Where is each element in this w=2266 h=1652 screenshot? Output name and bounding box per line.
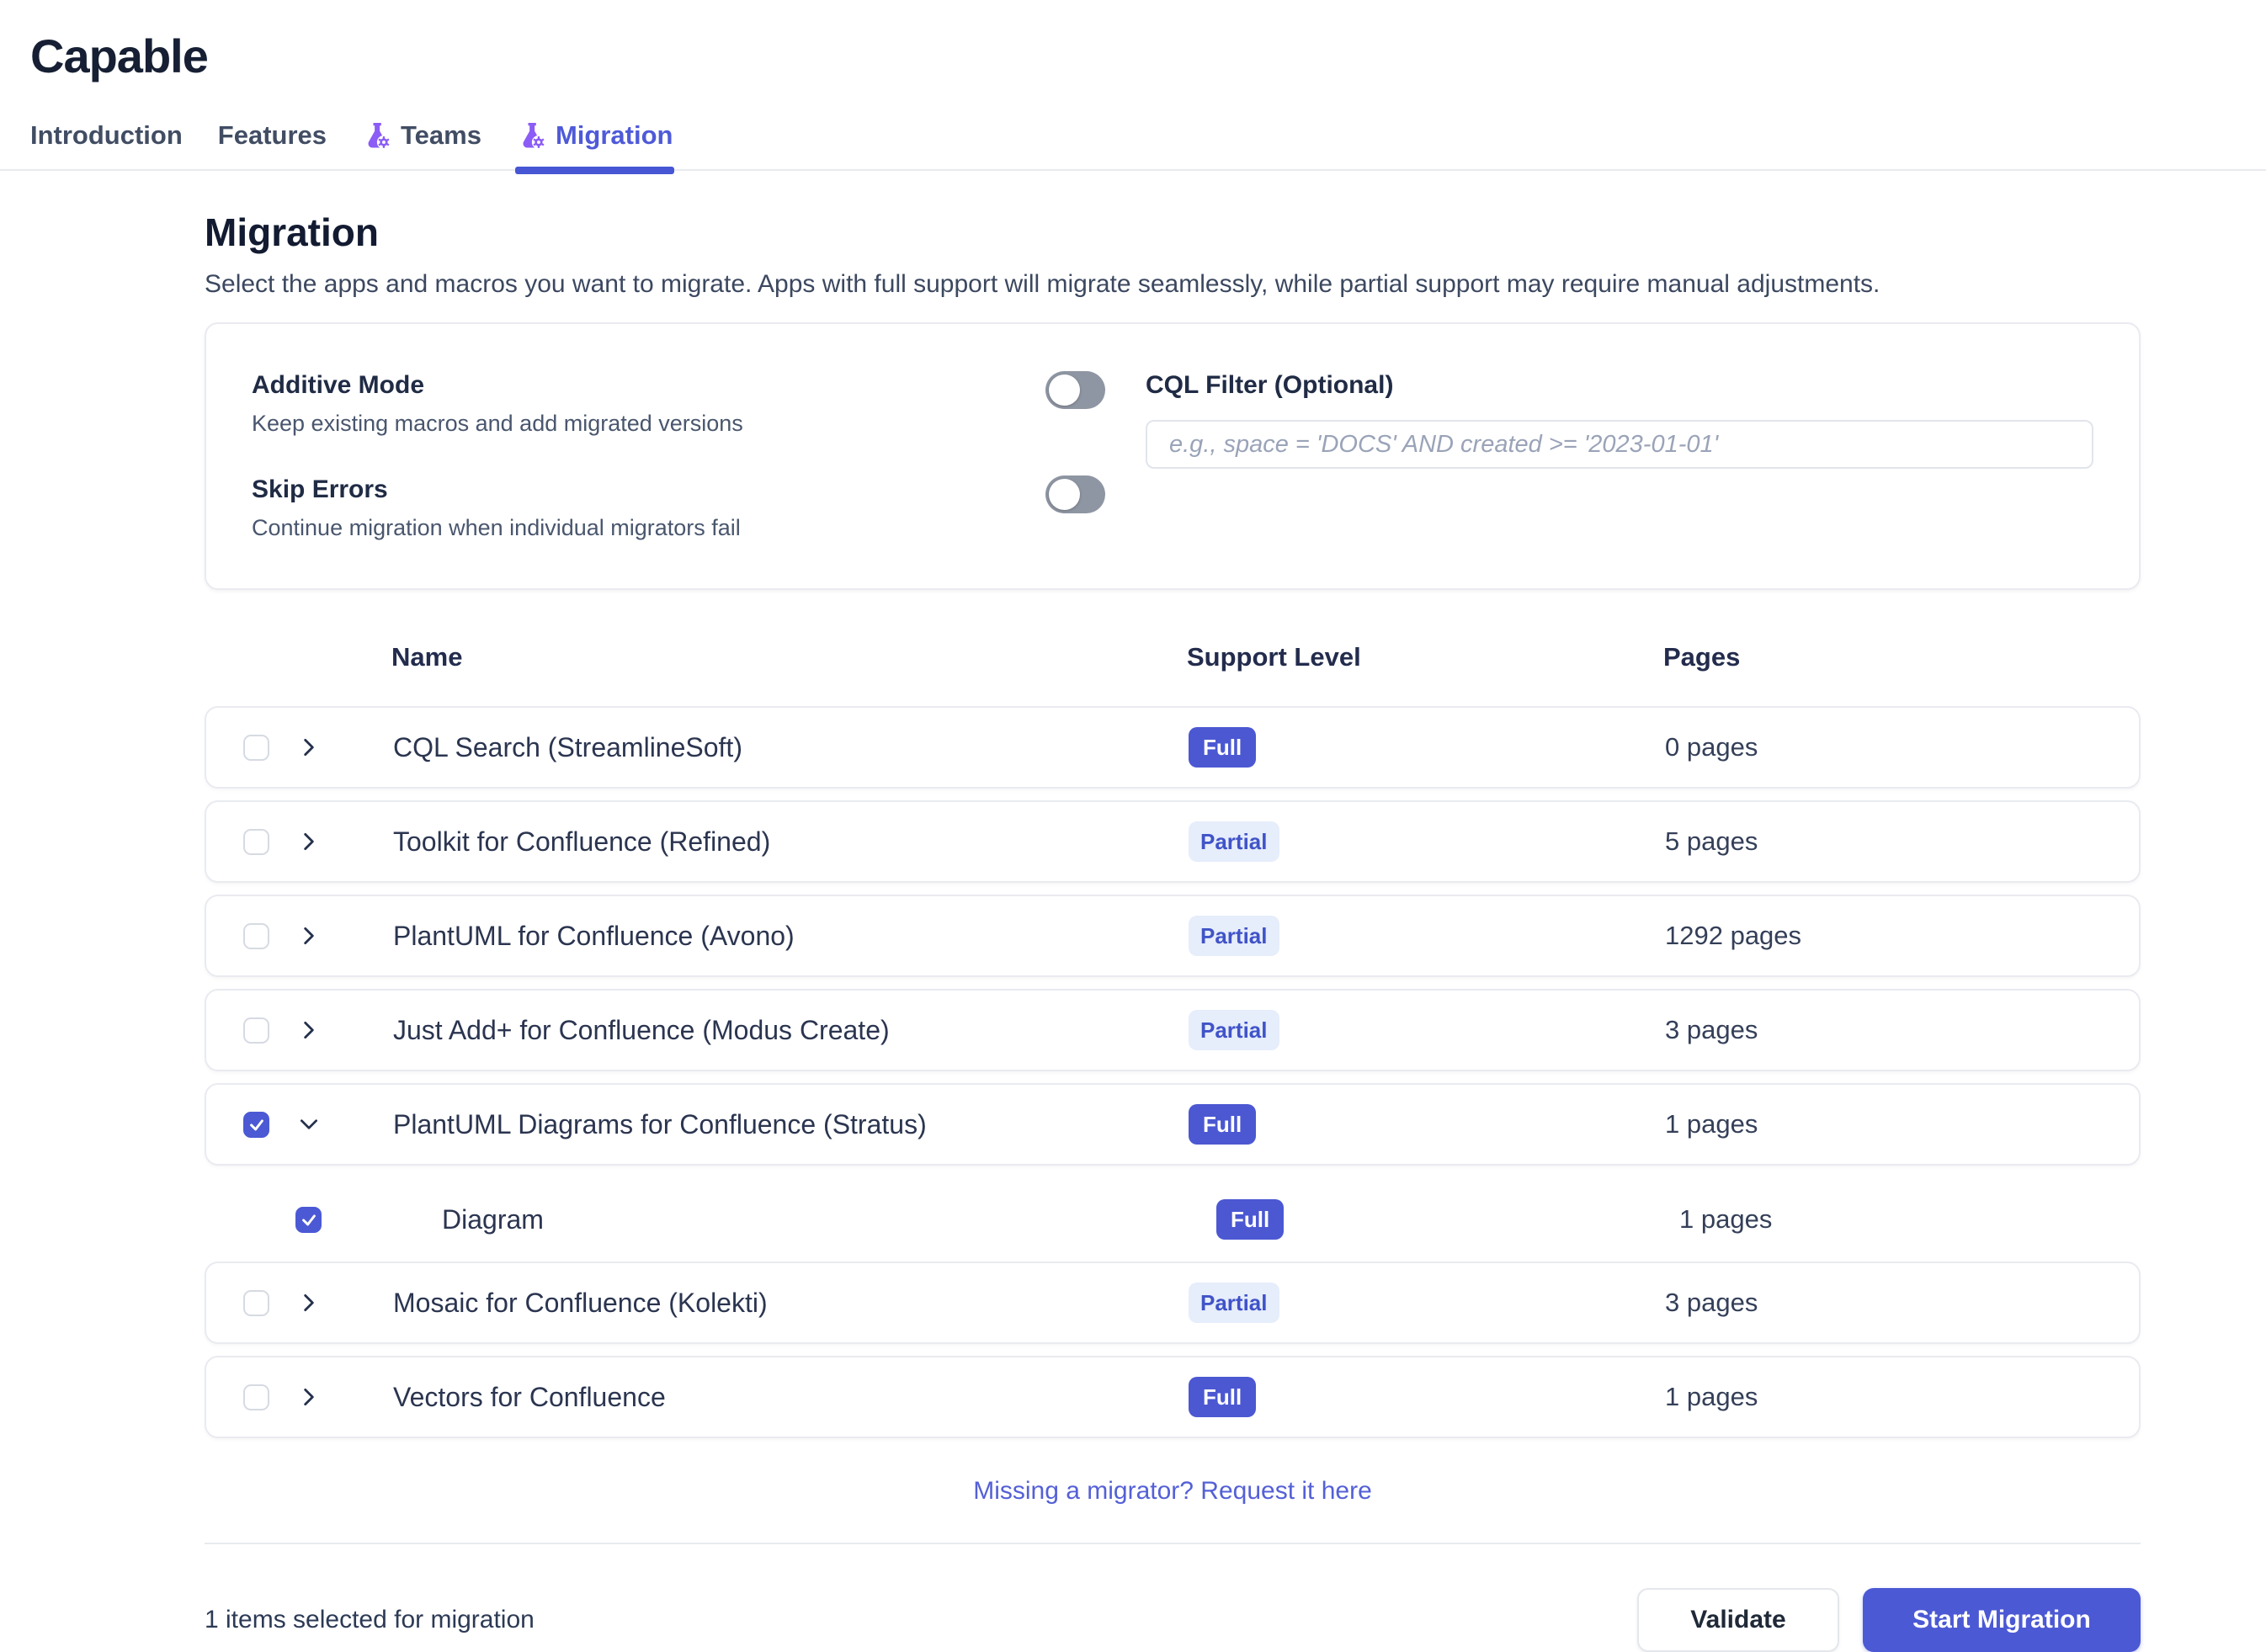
flask-gear-icon bbox=[368, 123, 391, 150]
support-level-badge: Full bbox=[1189, 1104, 1257, 1145]
skip-errors-toggle[interactable] bbox=[1045, 475, 1105, 513]
chevron-right-icon[interactable] bbox=[297, 1018, 321, 1042]
pages-count: 5 pages bbox=[1665, 826, 1758, 856]
chevron-down-icon[interactable] bbox=[297, 1113, 321, 1136]
additive-mode-label: Additive Mode bbox=[252, 371, 425, 399]
tab-features-label: Features bbox=[217, 120, 327, 150]
row-checkbox[interactable] bbox=[243, 1384, 269, 1410]
toggle-settings-column: Additive Mode Keep existing macros and a… bbox=[252, 371, 1105, 541]
selection-status: 1 items selected for migration bbox=[205, 1606, 535, 1633]
chevron-right-icon[interactable] bbox=[297, 830, 321, 853]
table-row: PlantUML for Confluence (Avono) Partial … bbox=[205, 895, 2141, 977]
row-checkbox[interactable] bbox=[243, 1111, 269, 1138]
settings-card: Additive Mode Keep existing macros and a… bbox=[205, 322, 2141, 590]
app-title: Capable bbox=[30, 29, 209, 82]
table-header: Name Support Level Pages bbox=[205, 642, 2141, 672]
tab-teams[interactable]: Teams bbox=[362, 120, 481, 169]
validate-button[interactable]: Validate bbox=[1637, 1588, 1839, 1652]
column-header-pages: Pages bbox=[1663, 642, 1741, 672]
pages-count: 1292 pages bbox=[1665, 921, 1802, 950]
tab-features[interactable]: Features bbox=[218, 120, 327, 169]
page-description: Select the apps and macros you want to m… bbox=[205, 270, 1880, 298]
tab-introduction[interactable]: Introduction bbox=[30, 120, 183, 169]
table-row: Vectors for Confluence Full 1 pages bbox=[205, 1356, 2141, 1438]
tab-bar: Introduction Features Teams Migration bbox=[0, 120, 2266, 174]
pages-count: 1 pages bbox=[1679, 1204, 1773, 1234]
additive-mode-toggle[interactable] bbox=[1045, 371, 1105, 409]
macro-checkbox[interactable] bbox=[295, 1206, 322, 1233]
migrator-name: CQL Search (StreamlineSoft) bbox=[393, 731, 742, 762]
macro-sub-row: Diagram Full 1 pages bbox=[205, 1177, 2141, 1262]
pages-count: 0 pages bbox=[1665, 732, 1758, 762]
table-row: PlantUML Diagrams for Confluence (Stratu… bbox=[205, 1083, 2141, 1166]
pages-count: 3 pages bbox=[1665, 1288, 1758, 1317]
start-migration-button[interactable]: Start Migration bbox=[1863, 1588, 2141, 1652]
support-level-badge: Full bbox=[1189, 1377, 1257, 1417]
row-checkbox[interactable] bbox=[243, 922, 269, 949]
migrator-name: Toolkit for Confluence (Refined) bbox=[393, 826, 771, 857]
request-migrator-link[interactable]: Missing a migrator? Request it here bbox=[973, 1477, 1372, 1505]
tab-teams-label: Teams bbox=[401, 120, 481, 150]
toggle-knob bbox=[1049, 479, 1080, 510]
table-row: Just Add+ for Confluence (Modus Create) … bbox=[205, 989, 2141, 1071]
cql-filter-input[interactable] bbox=[1146, 420, 2093, 469]
migrator-name: PlantUML Diagrams for Confluence (Stratu… bbox=[393, 1108, 927, 1139]
tab-introduction-label: Introduction bbox=[30, 120, 183, 150]
pages-count: 1 pages bbox=[1665, 1109, 1758, 1139]
migrator-name: Vectors for Confluence bbox=[393, 1381, 666, 1412]
chevron-right-icon[interactable] bbox=[297, 1385, 321, 1409]
chevron-right-icon[interactable] bbox=[297, 736, 321, 759]
tab-migration[interactable]: Migration bbox=[514, 120, 674, 174]
pages-count: 3 pages bbox=[1665, 1015, 1758, 1044]
additive-mode-description: Keep existing macros and add migrated ve… bbox=[252, 411, 743, 436]
cql-filter-label: CQL Filter (Optional) bbox=[1146, 371, 1394, 399]
support-level-badge: Full bbox=[1216, 1199, 1285, 1240]
skip-errors-label: Skip Errors bbox=[252, 475, 388, 503]
row-checkbox[interactable] bbox=[243, 1289, 269, 1316]
toggle-knob bbox=[1049, 374, 1080, 406]
table-row: Toolkit for Confluence (Refined) Partial… bbox=[205, 800, 2141, 883]
migrator-name: PlantUML for Confluence (Avono) bbox=[393, 920, 795, 951]
pages-count: 1 pages bbox=[1665, 1382, 1758, 1411]
migrator-name: Mosaic for Confluence (Kolekti) bbox=[393, 1287, 768, 1318]
row-checkbox[interactable] bbox=[243, 1017, 269, 1044]
support-level-badge: Partial bbox=[1189, 1283, 1279, 1323]
skip-errors-description: Continue migration when individual migra… bbox=[252, 515, 741, 540]
additive-mode-setting: Additive Mode Keep existing macros and a… bbox=[252, 371, 1105, 437]
row-checkbox[interactable] bbox=[243, 734, 269, 761]
support-level-badge: Partial bbox=[1189, 821, 1279, 862]
support-level-badge: Partial bbox=[1189, 1010, 1279, 1050]
tab-migration-label: Migration bbox=[555, 120, 673, 150]
support-level-badge: Full bbox=[1189, 727, 1257, 768]
migration-page: Migration Select the apps and macros you… bbox=[205, 210, 2141, 1652]
support-level-badge: Partial bbox=[1189, 916, 1279, 956]
chevron-right-icon[interactable] bbox=[297, 1291, 321, 1315]
row-checkbox[interactable] bbox=[243, 828, 269, 855]
footer-bar: 1 items selected for migration Validate … bbox=[205, 1588, 2141, 1652]
skip-errors-setting: Skip Errors Continue migration when indi… bbox=[252, 475, 1105, 541]
page-title: Migration bbox=[205, 210, 379, 254]
app-header: Capable bbox=[0, 0, 2266, 83]
table-row: CQL Search (StreamlineSoft) Full 0 pages bbox=[205, 706, 2141, 789]
macro-name: Diagram bbox=[442, 1203, 544, 1235]
table-row: Mosaic for Confluence (Kolekti) Partial … bbox=[205, 1262, 2141, 1344]
flask-gear-icon bbox=[523, 123, 546, 150]
column-header-support: Support Level bbox=[1187, 642, 1361, 672]
migrator-name: Just Add+ for Confluence (Modus Create) bbox=[393, 1014, 890, 1045]
column-header-name: Name bbox=[391, 642, 463, 672]
chevron-right-icon[interactable] bbox=[297, 924, 321, 948]
footer-divider bbox=[205, 1543, 2141, 1544]
cql-filter-column: CQL Filter (Optional) bbox=[1146, 371, 2093, 541]
migrator-list: CQL Search (StreamlineSoft) Full 0 pages… bbox=[205, 706, 2141, 1438]
